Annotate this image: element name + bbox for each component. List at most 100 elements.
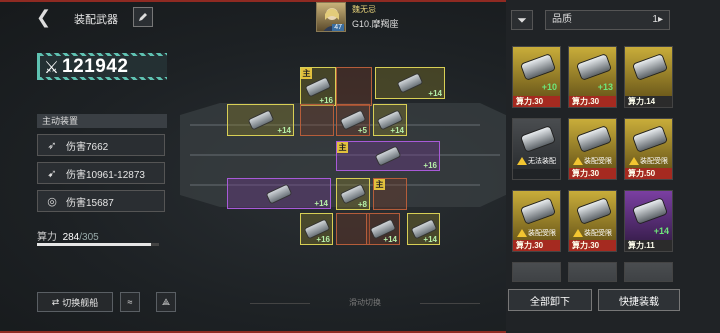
equip-slot[interactable]: 主 +16 <box>336 141 440 171</box>
inventory-item[interactable]: +13 算力.30 <box>568 46 617 108</box>
swipe-hint: 滑动切换 <box>240 297 490 309</box>
item-status: 装配受限 <box>517 228 556 238</box>
item-art <box>569 263 616 281</box>
item-status: 无法装配 <box>517 156 556 166</box>
equip-slot[interactable]: +14 <box>227 178 331 209</box>
unequip-all-button[interactable]: 全部卸下 <box>508 289 592 311</box>
formation-button[interactable]: ≈ <box>120 292 140 312</box>
capacity-bar-fill <box>37 243 151 246</box>
equip-slot[interactable]: +5 <box>336 104 370 136</box>
slot-count: +14 <box>390 126 404 135</box>
item-power: 算力.50 <box>625 168 672 179</box>
quick-equip-button[interactable]: 快捷装载 <box>598 289 680 311</box>
missile-icon: ➶ <box>47 139 57 152</box>
inventory-item[interactable]: 无法装配 <box>512 118 561 180</box>
pencil-icon <box>139 13 147 21</box>
equip-slot[interactable] <box>336 67 372 106</box>
item-power: 算力.11 <box>625 240 672 251</box>
weapon-icon <box>397 73 423 93</box>
capacity-readout: 算力 284/305 <box>37 228 99 243</box>
back-icon[interactable]: ❮ <box>36 8 54 26</box>
inventory-item[interactable] <box>512 262 561 282</box>
slot-count: +14 <box>423 235 437 244</box>
stat-text: 伤害10961-12873 <box>66 169 145 181</box>
filter-icon: ⏷ <box>517 12 527 27</box>
main-tag: 主 <box>337 142 348 153</box>
inventory-item[interactable]: 装配受限算力.30 <box>568 190 617 252</box>
active-equipment-header: 主动装置 <box>37 114 167 128</box>
divider <box>420 303 480 304</box>
page-title: 装配武器 <box>74 14 118 26</box>
item-power: 算力.30 <box>569 168 616 179</box>
divider <box>250 303 310 304</box>
fleet-button[interactable]: ⟁ <box>156 292 176 312</box>
equip-slot[interactable]: +14 <box>227 104 294 136</box>
stat-text: 伤害7662 <box>66 141 109 153</box>
item-power: 算力.30 <box>513 96 560 107</box>
warning-icon <box>573 157 583 165</box>
item-status: 装配受限 <box>573 228 612 238</box>
fleet-icon: ⟁ <box>161 296 171 307</box>
item-status-text: 装配受限 <box>640 158 668 165</box>
quality-sort-dropdown[interactable]: 品质 1▸ <box>545 10 670 30</box>
stat-row: ◎ 伤害15687 <box>37 190 165 212</box>
filter-button[interactable]: ⏷ <box>511 10 533 30</box>
slot-count: +14 <box>428 89 442 98</box>
item-status: 装配受限 <box>573 156 612 166</box>
stat-text: 伤害15687 <box>66 197 114 209</box>
equip-slot[interactable]: +16 <box>300 213 333 245</box>
item-art <box>513 263 560 281</box>
inventory-item[interactable] <box>568 262 617 282</box>
commander-avatar[interactable]: 47 <box>316 2 346 32</box>
switch-ship-button[interactable]: ⇄ 切换舰船 <box>37 292 113 312</box>
sort-arrow-icon: 1▸ <box>652 14 663 25</box>
swap-icon: ⇄ <box>51 296 60 307</box>
item-power: 算力.30 <box>569 240 616 251</box>
weapon-icon <box>248 110 273 130</box>
crossed-swords-icon: ⚔ <box>44 58 60 77</box>
weapon-icon <box>305 77 331 96</box>
edit-button[interactable] <box>133 7 153 27</box>
sort-label: 品质 <box>552 14 572 25</box>
slot-count: +14 <box>314 199 328 208</box>
equip-slot[interactable]: +14 <box>373 104 407 136</box>
warning-icon <box>573 229 583 237</box>
inventory-item[interactable]: +10 算力.30 <box>512 46 561 108</box>
unequip-all-label: 全部卸下 <box>530 296 570 308</box>
item-count: +14 <box>653 226 669 236</box>
slot-count: +8 <box>357 200 367 209</box>
inventory-item[interactable]: 装配受限算力.50 <box>624 118 673 180</box>
equip-slot[interactable] <box>300 104 334 136</box>
equip-slot[interactable] <box>336 213 370 245</box>
equip-slot[interactable]: +14 <box>375 67 445 99</box>
inventory-item[interactable]: 算力.14 <box>624 46 673 108</box>
warning-icon <box>517 229 527 237</box>
ship-name: G10.摩羯座 <box>352 19 399 29</box>
equip-slot[interactable]: 主 +16 <box>300 67 336 106</box>
equip-slot[interactable]: 主 <box>373 178 407 210</box>
capacity-current: 284 <box>62 232 80 243</box>
inventory-item[interactable]: 装配受限 算力.30 <box>512 190 561 252</box>
weapon-icon <box>266 184 292 203</box>
rocket-icon: ➹ <box>47 167 57 180</box>
capacity-bar <box>37 243 159 246</box>
inventory-item[interactable]: 装配受限算力.30 <box>568 118 617 180</box>
inventory-item[interactable] <box>624 262 673 282</box>
slot-count: +16 <box>316 235 330 244</box>
inventory-item[interactable]: +14 算力.11 <box>624 190 673 252</box>
main-tag: 主 <box>301 68 312 79</box>
item-power: 算力.14 <box>625 96 672 107</box>
item-status-text: 无法装配 <box>528 158 556 165</box>
capacity-max: /305 <box>79 232 99 243</box>
item-count: +13 <box>597 82 613 92</box>
item-power: 算力.30 <box>569 96 616 107</box>
equip-slot[interactable]: +8 <box>336 178 370 210</box>
switch-ship-label: 切换舰船 <box>62 297 99 308</box>
equip-slot[interactable]: +14 <box>407 213 440 245</box>
power-rating: ⚔ 121942 <box>37 53 167 80</box>
equip-slot[interactable]: +14 <box>366 213 400 245</box>
stat-row: ➹ 伤害10961-12873 <box>37 162 165 184</box>
item-status-text: 装配受限 <box>584 158 612 165</box>
slot-count: +14 <box>383 235 397 244</box>
target-icon: ◎ <box>47 195 57 208</box>
